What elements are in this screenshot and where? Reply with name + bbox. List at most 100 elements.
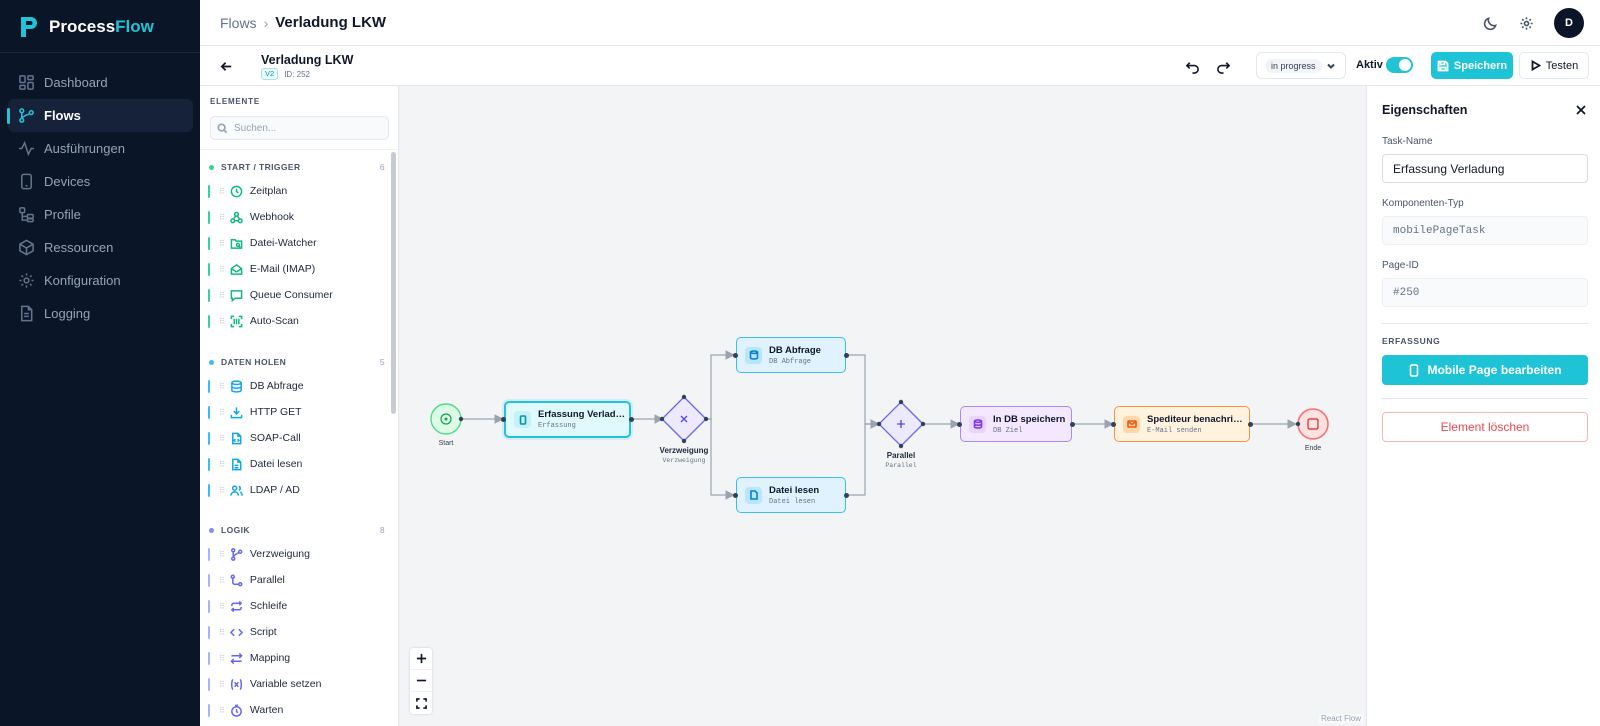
gateway-parallel[interactable]: [878, 401, 924, 447]
palette-item-mapping[interactable]: ⠿ Mapping: [208, 646, 384, 670]
palette-item-parallel[interactable]: ⠿ Parallel: [208, 568, 384, 592]
drag-handle-icon[interactable]: ⠿: [219, 317, 225, 326]
nav-item-profile[interactable]: Profile: [8, 198, 193, 231]
react-flow-attribution[interactable]: React Flow: [1318, 714, 1363, 723]
handle[interactable]: [1248, 422, 1253, 427]
drag-handle-icon[interactable]: ⠿: [219, 550, 225, 559]
palette-item-db-abfrage[interactable]: ⠿ DB Abfrage: [208, 374, 384, 398]
palette-item-queue-consumer[interactable]: ⠿ Queue Consumer: [208, 283, 384, 307]
palette-item-zeitplan[interactable]: ⠿ Zeitplan: [208, 179, 384, 203]
status-select[interactable]: in progress: [1256, 52, 1346, 79]
delete-element-button[interactable]: Element löschen: [1382, 412, 1588, 442]
drag-handle-icon[interactable]: ⠿: [219, 628, 225, 637]
drag-handle-icon[interactable]: ⠿: [219, 213, 225, 222]
handle[interactable]: [458, 416, 464, 422]
task-name-input[interactable]: [1382, 154, 1588, 183]
drag-handle-icon[interactable]: ⠿: [219, 434, 225, 443]
redo-button[interactable]: [1213, 56, 1233, 76]
app-logo[interactable]: ProcessFlow: [18, 14, 154, 40]
palette-search-input[interactable]: [210, 116, 389, 140]
palette-item-datei-lesen[interactable]: ⠿ Datei lesen: [208, 452, 384, 476]
node-datei-lesen[interactable]: Datei lesen Datei lesen: [736, 477, 846, 513]
handle[interactable]: [501, 417, 506, 422]
palette-item-soap-call[interactable]: ⠿ SOAP-Call: [208, 426, 384, 450]
drag-handle-icon[interactable]: ⠿: [219, 680, 225, 689]
handle[interactable]: [681, 438, 687, 444]
node-erfassung-verladung[interactable]: Erfassung Verladung Erfassung: [504, 401, 631, 438]
handle[interactable]: [898, 443, 904, 449]
mobile-icon: [1410, 363, 1419, 377]
nav-item-logging[interactable]: Logging: [8, 297, 193, 330]
settings-button[interactable]: [1516, 13, 1536, 33]
edge-dbabfrage-parallel[interactable]: [846, 354, 880, 429]
handle[interactable]: [703, 416, 709, 422]
palette-item-verzweigung[interactable]: ⠿ Verzweigung: [208, 542, 384, 566]
start-event[interactable]: [430, 403, 462, 435]
drag-handle-icon[interactable]: ⠿: [219, 602, 225, 611]
nav-item-dashboard[interactable]: Dashboard: [8, 66, 193, 99]
palette-item-auto-scan[interactable]: ⠿ Auto-Scan: [208, 309, 384, 333]
palette-item-datei-watcher[interactable]: ⠿ Datei-Watcher: [208, 231, 384, 255]
handle[interactable]: [844, 493, 849, 498]
zoom-out-button[interactable]: [410, 670, 432, 692]
palette-item-ldap-ad[interactable]: ⠿ LDAP / AD: [208, 478, 384, 502]
back-button[interactable]: [216, 56, 236, 76]
node-db-abfrage[interactable]: DB Abfrage DB Abfrage: [736, 337, 846, 373]
drag-handle-icon[interactable]: ⠿: [219, 291, 225, 300]
handle[interactable]: [1111, 422, 1116, 427]
node-in-db-speichern[interactable]: In DB speichern DB Ziel: [960, 406, 1072, 442]
palette-item-email-imap[interactable]: ⠿ E-Mail (IMAP): [208, 257, 384, 281]
fit-view-button[interactable]: [410, 692, 432, 714]
user-avatar[interactable]: D: [1554, 8, 1584, 38]
drag-handle-icon[interactable]: ⠿: [219, 486, 225, 495]
breadcrumb-root[interactable]: Flows: [220, 15, 257, 31]
handle[interactable]: [681, 394, 687, 400]
edit-mobile-page-button[interactable]: Mobile Page bearbeiten: [1382, 355, 1588, 385]
save-button[interactable]: Speichern: [1431, 52, 1513, 79]
drag-handle-icon[interactable]: ⠿: [219, 239, 225, 248]
handle[interactable]: [629, 417, 634, 422]
drag-handle-icon[interactable]: ⠿: [219, 265, 225, 274]
handle[interactable]: [898, 399, 904, 405]
handle[interactable]: [659, 416, 665, 422]
nav-item-ressourcen[interactable]: Ressourcen: [8, 231, 193, 264]
palette-item-variable-setzen[interactable]: ⠿ Variable setzen: [208, 672, 384, 696]
palette-item-webhook[interactable]: ⠿ Webhook: [208, 205, 384, 229]
node-spediteur-benachrichtigen[interactable]: Spediteur benachrich… E-Mail senden: [1114, 406, 1250, 442]
undo-button[interactable]: [1182, 56, 1202, 76]
drag-handle-icon[interactable]: ⠿: [219, 382, 225, 391]
palette-item-script[interactable]: ⠿ Script: [208, 620, 384, 644]
close-icon[interactable]: [1575, 104, 1587, 116]
handle[interactable]: [733, 353, 738, 358]
drag-handle-icon[interactable]: ⠿: [219, 654, 225, 663]
drag-handle-icon[interactable]: ⠿: [219, 187, 225, 196]
palette-scrollbar[interactable]: [391, 152, 396, 414]
test-button[interactable]: Testen: [1519, 52, 1589, 79]
flow-canvas[interactable]: Start Verzweigung Verzweigung Parallel P…: [399, 86, 1366, 726]
nav-item-flows[interactable]: Flows: [7, 99, 193, 132]
handle[interactable]: [733, 493, 738, 498]
nav-item-devices[interactable]: Devices: [8, 165, 193, 198]
handle[interactable]: [1295, 421, 1301, 427]
handle[interactable]: [876, 421, 882, 427]
handle[interactable]: [1070, 422, 1075, 427]
nav-item-ausfuehrungen[interactable]: Ausführungen: [8, 132, 193, 165]
drag-handle-icon[interactable]: ⠿: [219, 576, 225, 585]
active-toggle[interactable]: [1386, 57, 1413, 73]
handle[interactable]: [957, 422, 962, 427]
gateway-verzweigung[interactable]: [661, 396, 707, 442]
end-event[interactable]: [1297, 408, 1329, 440]
sidebar: ProcessFlow Dashboard Flows Ausführungen…: [0, 0, 200, 726]
drag-handle-icon[interactable]: ⠿: [219, 408, 225, 417]
zoom-in-button[interactable]: [410, 648, 432, 670]
palette-item-schleife[interactable]: ⠿ Schleife: [208, 594, 384, 618]
handle[interactable]: [920, 421, 926, 427]
edge-verzweigung-dbabfrage[interactable]: [695, 350, 735, 420]
theme-toggle-button[interactable]: [1480, 13, 1500, 33]
nav-item-konfiguration[interactable]: Konfiguration: [8, 264, 193, 297]
palette-item-http-get[interactable]: ⠿ HTTP GET: [208, 400, 384, 424]
palette-item-warten[interactable]: ⠿ Warten: [208, 698, 384, 722]
handle[interactable]: [844, 353, 849, 358]
drag-handle-icon[interactable]: ⠿: [219, 706, 225, 715]
drag-handle-icon[interactable]: ⠿: [219, 460, 225, 469]
